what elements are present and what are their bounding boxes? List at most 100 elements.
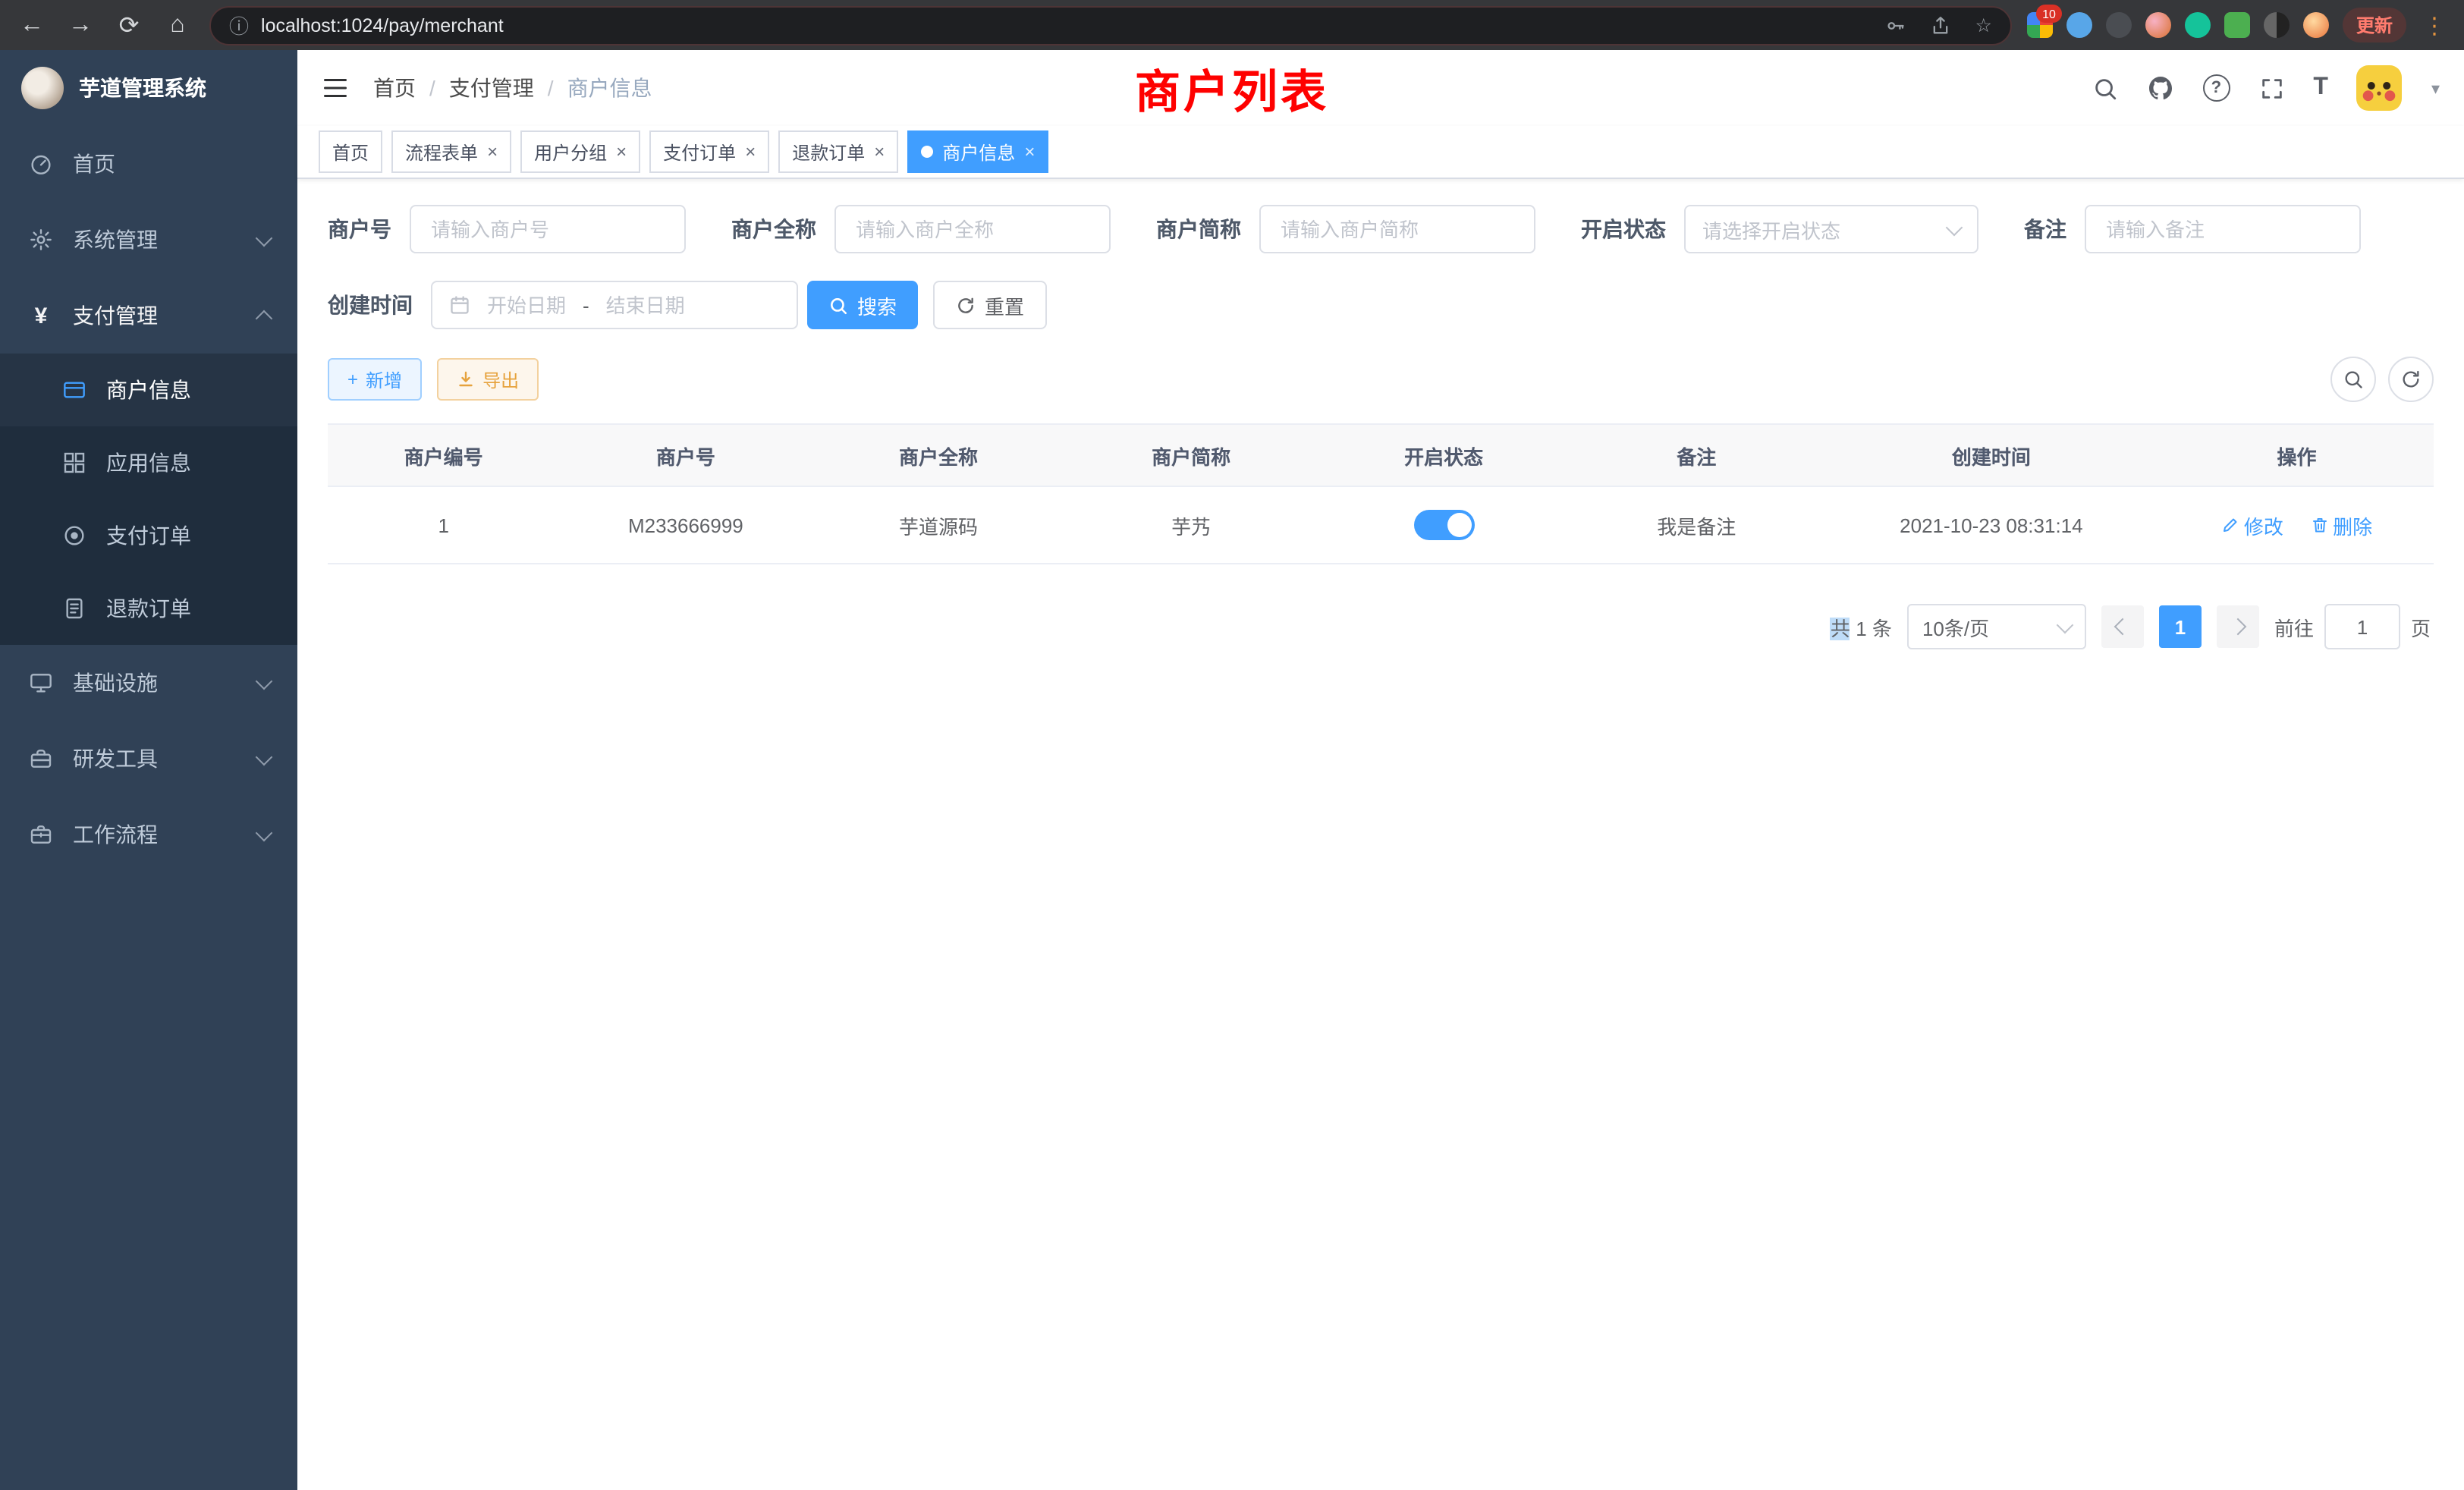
status-select[interactable]: 请选择开启状态 (1684, 205, 1978, 253)
sidebar-item-payment[interactable]: ¥ 支付管理 (0, 278, 297, 354)
cell-merchant-no: M233666999 (559, 486, 812, 564)
export-button[interactable]: 导出 (437, 358, 539, 401)
share-icon[interactable] (1930, 14, 1951, 36)
goto-page-input[interactable] (2324, 604, 2400, 649)
site-info-icon[interactable]: ⓘ (229, 11, 249, 39)
annotation-text: 商户列表 (1135, 55, 1329, 121)
tab-home[interactable]: 首页 (319, 130, 382, 173)
breadcrumb-item[interactable]: 支付管理 (449, 73, 534, 103)
add-button[interactable]: + 新增 (328, 358, 422, 401)
goto-label: 前往 (2274, 612, 2314, 641)
close-icon[interactable]: × (1024, 143, 1035, 161)
status-toggle[interactable] (1413, 510, 1474, 540)
check-extension-icon[interactable] (2185, 12, 2211, 38)
sidebar-item-refund-order[interactable]: 退款订单 (0, 572, 297, 645)
sidebar-item-devtools[interactable]: 研发工具 (0, 721, 297, 797)
forward-icon[interactable]: → (64, 11, 97, 39)
sidebar-item-app-info[interactable]: 应用信息 (0, 426, 297, 499)
back-icon[interactable]: ← (15, 11, 49, 39)
browser-menu-icon[interactable]: ⋮ (2420, 11, 2449, 39)
reset-button-label: 重置 (985, 291, 1024, 319)
tab-label: 流程表单 (405, 139, 478, 165)
cell-actions: 修改 删除 (2160, 486, 2434, 564)
credit-card-icon (61, 378, 88, 402)
tab-process-form[interactable]: 流程表单 × (391, 130, 511, 173)
date-range-picker[interactable]: - (431, 281, 798, 329)
full-name-input[interactable] (853, 216, 1092, 242)
col-create-time: 创建时间 (1823, 424, 2160, 486)
pinwheel-extension-icon[interactable] (2264, 12, 2290, 38)
sidebar-item-merchant-info[interactable]: 商户信息 (0, 354, 297, 426)
sidebar-item-infrastructure[interactable]: 基础设施 (0, 645, 297, 721)
tab-user-group[interactable]: 用户分组 × (520, 130, 640, 173)
extensions-puzzle-icon[interactable]: 10 (2027, 12, 2053, 38)
pagination: 共 1 条 10条/页 1 前往 页 (328, 604, 2434, 649)
password-key-icon[interactable] (1884, 14, 1906, 36)
reset-button[interactable]: 重置 (933, 281, 1047, 329)
filter-row-1: 商户号 商户全称 商户简称 开启状态 请选择开启状态 (328, 205, 2434, 253)
collapse-sidebar-icon[interactable] (322, 74, 349, 102)
delete-link[interactable]: 删除 (2310, 511, 2372, 539)
remark-input[interactable] (2103, 216, 2343, 242)
close-icon[interactable]: × (874, 143, 885, 161)
address-bar[interactable]: ⓘ localhost:1024/pay/merchant ☆ (209, 5, 2012, 45)
merchant-no-input[interactable] (428, 216, 668, 242)
edit-link-label: 修改 (2244, 511, 2283, 539)
start-date-input[interactable] (479, 294, 574, 316)
delete-link-label: 删除 (2333, 511, 2372, 539)
sidebar-item-home[interactable]: 首页 (0, 126, 297, 202)
plus-icon: + (347, 369, 358, 390)
github-icon[interactable] (2146, 74, 2173, 102)
screen: ← → ⟳ ⌂ ⓘ localhost:1024/pay/merchant ☆ … (0, 0, 2464, 1490)
sidebar-item-label: 支付管理 (73, 300, 240, 331)
home-icon[interactable]: ⌂ (161, 11, 194, 39)
sidebar-item-workflow[interactable]: 工作流程 (0, 797, 297, 872)
cell-full-name: 芋道源码 (812, 486, 1064, 564)
end-date-input[interactable] (599, 294, 693, 316)
chevron-down-icon (256, 672, 273, 690)
close-icon[interactable]: × (745, 143, 756, 161)
chevron-down-icon (256, 824, 273, 841)
drop-extension-icon[interactable] (2066, 12, 2092, 38)
cell-remark: 我是备注 (1570, 486, 1823, 564)
profile-extension-icon[interactable] (2303, 12, 2329, 38)
tab-pay-order[interactable]: 支付订单 × (649, 130, 769, 173)
calendar-icon (449, 294, 470, 316)
help-icon[interactable]: ? (2202, 74, 2230, 102)
reload-icon[interactable]: ⟳ (112, 10, 146, 40)
chevron-down-icon[interactable]: ▾ (2431, 78, 2440, 98)
user-avatar[interactable] (2357, 65, 2403, 111)
app-title: 芋道管理系统 (79, 73, 206, 103)
breadcrumb-item[interactable]: 首页 (373, 73, 416, 103)
toggle-search-button[interactable] (2330, 357, 2376, 402)
page-number-button[interactable]: 1 (2159, 605, 2202, 648)
chevron-up-icon (256, 310, 273, 327)
search-button[interactable]: 搜索 (807, 281, 918, 329)
bookmark-star-icon[interactable]: ☆ (1975, 14, 1992, 36)
tab-merchant-info[interactable]: 商户信息 × (907, 130, 1048, 173)
notes-extension-icon[interactable] (2224, 12, 2250, 38)
tab-label: 首页 (332, 139, 369, 165)
next-page-button[interactable] (2217, 605, 2259, 648)
close-icon[interactable]: × (616, 143, 627, 161)
font-size-icon[interactable]: T (2313, 74, 2328, 102)
search-button-label: 搜索 (857, 291, 897, 319)
fullscreen-icon[interactable] (2258, 75, 2284, 101)
page-size-select[interactable]: 10条/页 (1907, 604, 2086, 649)
edit-link[interactable]: 修改 (2221, 511, 2283, 539)
sidebar: 芋道管理系统 首页 系统管理 ¥ 支付管理 商户信息 (0, 50, 297, 1490)
short-name-input[interactable] (1278, 216, 1517, 242)
close-icon[interactable]: × (487, 143, 498, 161)
breadcrumb-current: 商户信息 (567, 73, 652, 103)
trash-icon (2310, 516, 2328, 534)
refresh-table-button[interactable] (2388, 357, 2434, 402)
search-icon[interactable] (2092, 75, 2117, 101)
sidebar-item-pay-order[interactable]: 支付订单 (0, 499, 297, 572)
app-logo[interactable]: 芋道管理系统 (0, 50, 297, 126)
avatar-extension-icon[interactable] (2145, 12, 2171, 38)
prev-page-button[interactable] (2101, 605, 2144, 648)
dark-extension-icon[interactable] (2106, 12, 2132, 38)
tab-refund-order[interactable]: 退款订单 × (778, 130, 898, 173)
browser-update-button[interactable]: 更新 (2343, 8, 2406, 42)
sidebar-item-system[interactable]: 系统管理 (0, 202, 297, 278)
